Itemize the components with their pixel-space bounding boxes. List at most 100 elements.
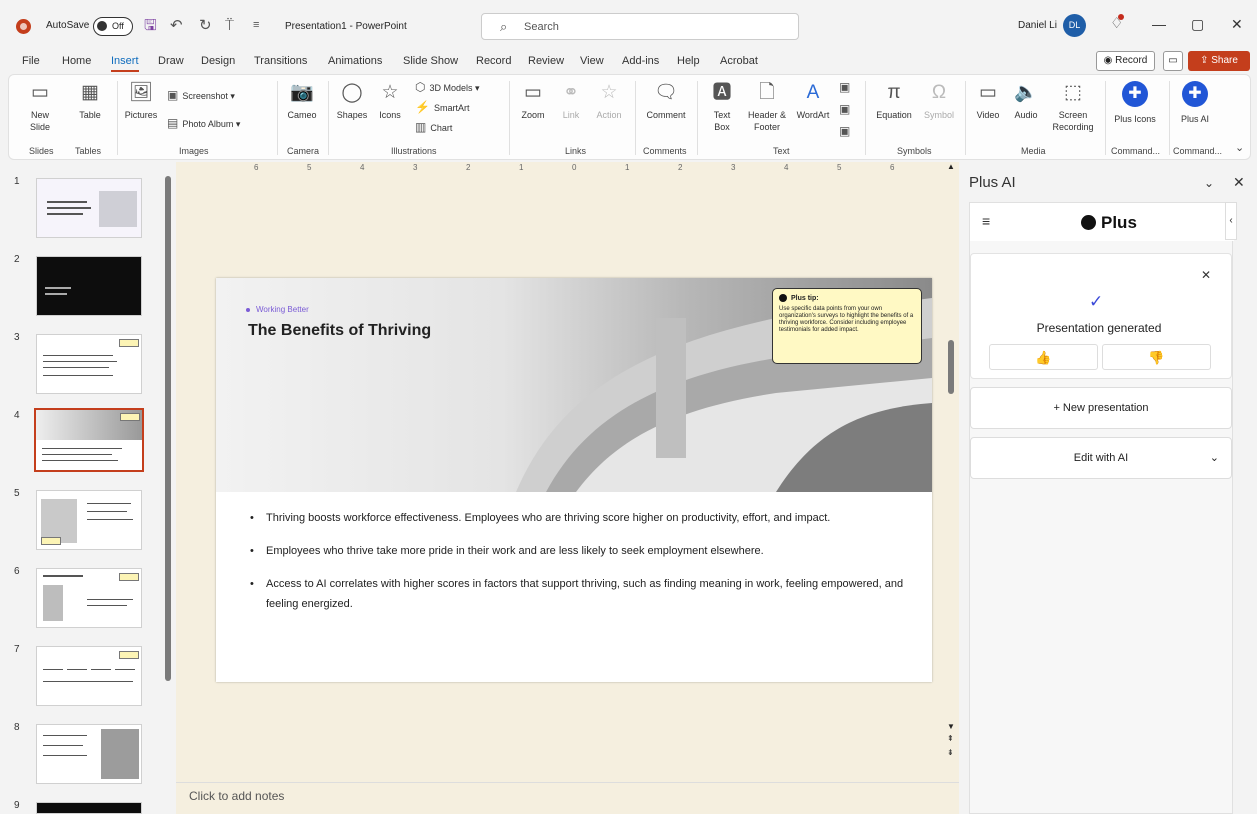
minimize-icon[interactable]: — <box>1152 16 1166 32</box>
present-from-start-icon[interactable]: ⍡ <box>225 17 234 34</box>
edit-with-ai-button[interactable]: Edit with AI ⌄ <box>970 437 1232 479</box>
collapse-panel-icon[interactable]: ‹ <box>1225 202 1237 240</box>
comment-button[interactable]: 🗨 Comment <box>641 81 691 121</box>
powerpoint-window: AutoSave Off 🖫 ↶ ↻ ⍡ ≡ Presentation1 - P… <box>0 0 1257 814</box>
bullet-list[interactable]: Thriving boosts workforce effectiveness.… <box>250 508 910 627</box>
redo-icon[interactable]: ↻ <box>199 17 212 34</box>
ruler-label: 6 <box>254 163 259 172</box>
smartart-button[interactable]: ⚡ SmartArt <box>415 99 469 116</box>
chevron-down-icon[interactable]: ⌄ <box>1204 176 1214 190</box>
text-line <box>43 575 83 577</box>
3d-models-button[interactable]: ⬡ 3D Models ▾ <box>415 79 480 96</box>
link-button[interactable]: ⚭ Link <box>555 81 587 121</box>
shapes-button[interactable]: ◯ Shapes <box>333 81 371 121</box>
tab-home[interactable]: Home <box>62 55 91 67</box>
tab-review[interactable]: Review <box>528 55 564 67</box>
collapse-ribbon-icon[interactable]: ⌄ <box>1235 141 1244 154</box>
tab-acrobat[interactable]: Acrobat <box>720 55 758 67</box>
menu-icon[interactable]: ≡ <box>982 213 990 229</box>
zoom-button[interactable]: ▭ Zoom <box>515 81 551 121</box>
scrollbar-thumb[interactable] <box>948 340 954 394</box>
slide-number-button[interactable]: ▣ <box>839 101 854 118</box>
screen-recording-button[interactable]: ⬚ Screen Recording <box>1047 81 1099 133</box>
object-button[interactable]: ▣ <box>839 123 854 140</box>
slide-thumbnail[interactable] <box>36 646 142 706</box>
screenshot-button[interactable]: ▣ Screenshot ▾ <box>167 87 235 104</box>
tab-help[interactable]: Help <box>677 55 700 67</box>
close-icon[interactable]: ✕ <box>1201 268 1211 282</box>
plus-icons-button[interactable]: ✚ Plus Icons <box>1111 81 1159 125</box>
share-button[interactable]: ⇪ Share <box>1188 51 1250 71</box>
previous-slide-icon[interactable]: ⇞ <box>947 734 954 743</box>
tab-insert[interactable]: Insert <box>111 55 139 72</box>
ruler-label: 2 <box>678 163 683 172</box>
new-slide-button[interactable]: ▭ New Slide <box>21 81 59 133</box>
avatar[interactable]: DL <box>1063 14 1086 37</box>
tab-transitions[interactable]: Transitions <box>254 55 307 67</box>
autosave-toggle[interactable]: Off <box>93 17 133 36</box>
plus-ai-button[interactable]: ✚ Plus AI <box>1173 81 1217 125</box>
tab-design[interactable]: Design <box>201 55 235 67</box>
slide-thumbnail[interactable] <box>36 802 142 814</box>
video-button[interactable]: ▭ Video <box>971 81 1005 121</box>
text-line <box>47 213 83 215</box>
editor-scrollbar[interactable]: ▲ ▼ ⇞ ⇟ <box>945 162 957 782</box>
tab-view[interactable]: View <box>580 55 604 67</box>
thumbs-up-button[interactable]: 👍 <box>989 344 1098 370</box>
new-presentation-button[interactable]: + New presentation <box>970 387 1232 429</box>
search-box[interactable]: ⌕ Search <box>481 13 799 40</box>
equation-button[interactable]: π Equation <box>871 81 917 121</box>
tab-file[interactable]: File <box>22 55 40 67</box>
next-slide-icon[interactable]: ⇟ <box>947 748 954 757</box>
wordart-button[interactable]: A WordArt <box>791 81 835 121</box>
table-icon: ▦ <box>81 82 99 103</box>
slide-thumbnail[interactable] <box>36 568 142 628</box>
text-line <box>43 681 133 682</box>
header-footer-button[interactable]: 🗋 Header & Footer <box>743 81 791 133</box>
slide-thumbnail-selected[interactable] <box>34 408 144 472</box>
tip-note <box>119 339 139 347</box>
tab-slide-show[interactable]: Slide Show <box>403 55 458 67</box>
close-icon[interactable]: ✕ <box>1233 174 1245 191</box>
scrollbar-thumb[interactable] <box>165 176 171 681</box>
action-button[interactable]: ☆ Action <box>591 81 627 121</box>
slide-thumbnail[interactable] <box>36 334 142 394</box>
pictures-button[interactable]: 🖼 Pictures <box>121 81 161 121</box>
maximize-icon[interactable]: ▢ <box>1191 16 1204 33</box>
chart-button[interactable]: ▥ Chart <box>415 119 452 136</box>
undo-icon[interactable]: ↶ <box>170 17 183 34</box>
icons-button[interactable]: ☆ Icons <box>373 81 407 121</box>
date-time-button[interactable]: ▣ <box>839 79 854 96</box>
search-icon: ⌕ <box>500 19 508 34</box>
thumbnails-scrollbar[interactable] <box>164 162 172 814</box>
notes-pane[interactable]: Click to add notes <box>176 782 959 814</box>
symbol-button[interactable]: Ω Symbol <box>919 81 959 121</box>
tab-animations[interactable]: Animations <box>328 55 382 67</box>
slide-thumbnail[interactable] <box>36 256 142 316</box>
tab-add-ins[interactable]: Add-ins <box>622 55 659 67</box>
slide-thumbnail[interactable] <box>36 724 142 784</box>
customize-toolbar-icon[interactable]: ≡ <box>253 17 259 34</box>
audio-button[interactable]: 🔈 Audio <box>1009 81 1043 121</box>
photo-album-button[interactable]: ▤ Photo Album ▾ <box>167 115 240 132</box>
table-button[interactable]: ▦ Table <box>69 81 111 121</box>
tab-draw[interactable]: Draw <box>158 55 184 67</box>
scroll-up-icon[interactable]: ▲ <box>947 162 955 171</box>
slide-title[interactable]: The Benefits of Thriving <box>248 322 431 340</box>
slide-canvas[interactable]: Working Better The Benefits of Thriving … <box>216 278 932 682</box>
divider <box>277 81 278 155</box>
cameo-button[interactable]: 📷 Cameo <box>281 81 323 121</box>
thumbs-down-button[interactable]: 👎 <box>1102 344 1211 370</box>
scroll-down-icon[interactable]: ▼ <box>947 722 955 731</box>
plus-tip-note[interactable]: Plus tip: Use specific data points from … <box>772 288 922 364</box>
text-box-button[interactable]: 🅰 Text Box <box>705 81 739 133</box>
tab-record[interactable]: Record <box>476 55 511 67</box>
slide-thumbnail[interactable] <box>36 178 142 238</box>
comments-button[interactable]: ▭ <box>1163 51 1183 71</box>
close-icon[interactable]: ✕ <box>1231 16 1243 33</box>
record-button[interactable]: ◉ Record <box>1096 51 1155 71</box>
slide-thumbnail[interactable] <box>36 490 142 550</box>
user-name[interactable]: Daniel Li <box>1018 20 1057 31</box>
save-icon[interactable]: 🖫 <box>144 17 157 34</box>
text-box-icon: 🅰 <box>712 82 732 103</box>
